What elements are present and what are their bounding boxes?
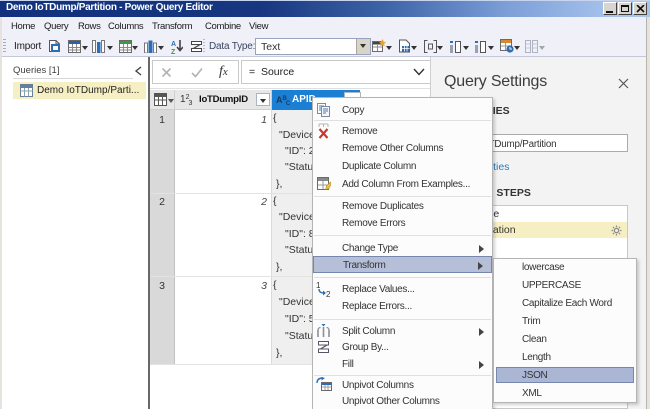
svg-text:Z: Z	[171, 49, 176, 54]
svg-text:2: 2	[326, 290, 331, 297]
svg-text:1: 1	[316, 281, 321, 290]
svg-text:A: A	[171, 41, 176, 48]
